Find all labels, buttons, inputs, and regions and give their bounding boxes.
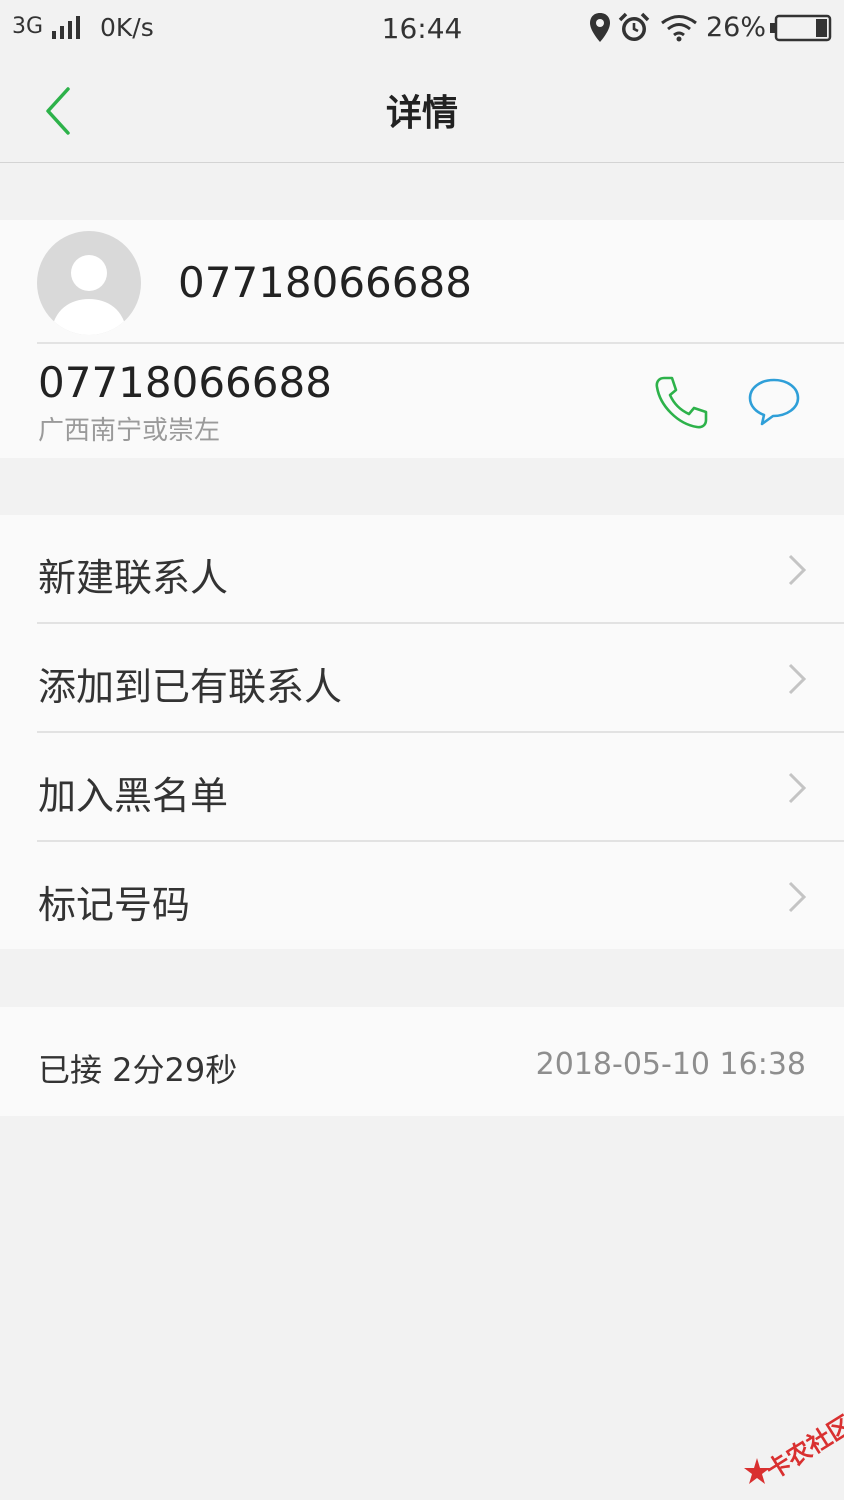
contact-name: 07718066688 <box>178 258 472 307</box>
action-menu: 新建联系人 添加到已有联系人 加入黑名单 标记号码 <box>0 515 844 949</box>
message-icon[interactable] <box>746 376 802 428</box>
menu-item-label: 加入黑名单 <box>38 774 229 818</box>
call-log-entry: 已接 2分29秒 2018-05-10 16:38 <box>0 1007 844 1116</box>
battery-percent: 26% <box>706 12 767 43</box>
menu-item-mark-number[interactable]: 标记号码 <box>0 842 844 951</box>
call-timestamp: 2018-05-10 16:38 <box>535 1047 806 1082</box>
person-icon <box>51 255 127 335</box>
watermark-text: 卡农社区 <box>761 1410 844 1485</box>
battery-icon <box>770 14 832 42</box>
chevron-right-icon <box>788 881 807 913</box>
menu-item-label: 添加到已有联系人 <box>38 665 343 709</box>
chevron-right-icon <box>788 772 807 804</box>
watermark-logo: 卡农社区 <box>740 1410 844 1490</box>
menu-item-label: 标记号码 <box>38 883 191 927</box>
chevron-right-icon <box>788 663 807 695</box>
page-title: 详情 <box>385 93 458 134</box>
avatar <box>37 231 141 335</box>
phone-call-icon[interactable] <box>652 374 710 432</box>
contact-card: 07718066688 07718066688 广西南宁或崇左 <box>0 220 844 458</box>
call-status: 已接 2分29秒 <box>38 1051 238 1089</box>
menu-item-label: 新建联系人 <box>38 556 229 600</box>
phone-location: 广西南宁或崇左 <box>38 416 221 446</box>
divider <box>37 342 844 344</box>
header: 详情 <box>0 58 844 163</box>
menu-item-new-contact[interactable]: 新建联系人 <box>0 515 844 624</box>
chevron-right-icon <box>788 554 807 586</box>
status-bar: 3G 0K/s 16:44 26% <box>0 0 844 58</box>
phone-number: 07718066688 <box>38 358 332 407</box>
location-icon <box>590 13 610 42</box>
menu-item-blacklist[interactable]: 加入黑名单 <box>0 733 844 842</box>
alarm-icon <box>618 12 650 41</box>
wifi-icon <box>661 15 697 42</box>
menu-item-add-to-existing[interactable]: 添加到已有联系人 <box>0 624 844 733</box>
